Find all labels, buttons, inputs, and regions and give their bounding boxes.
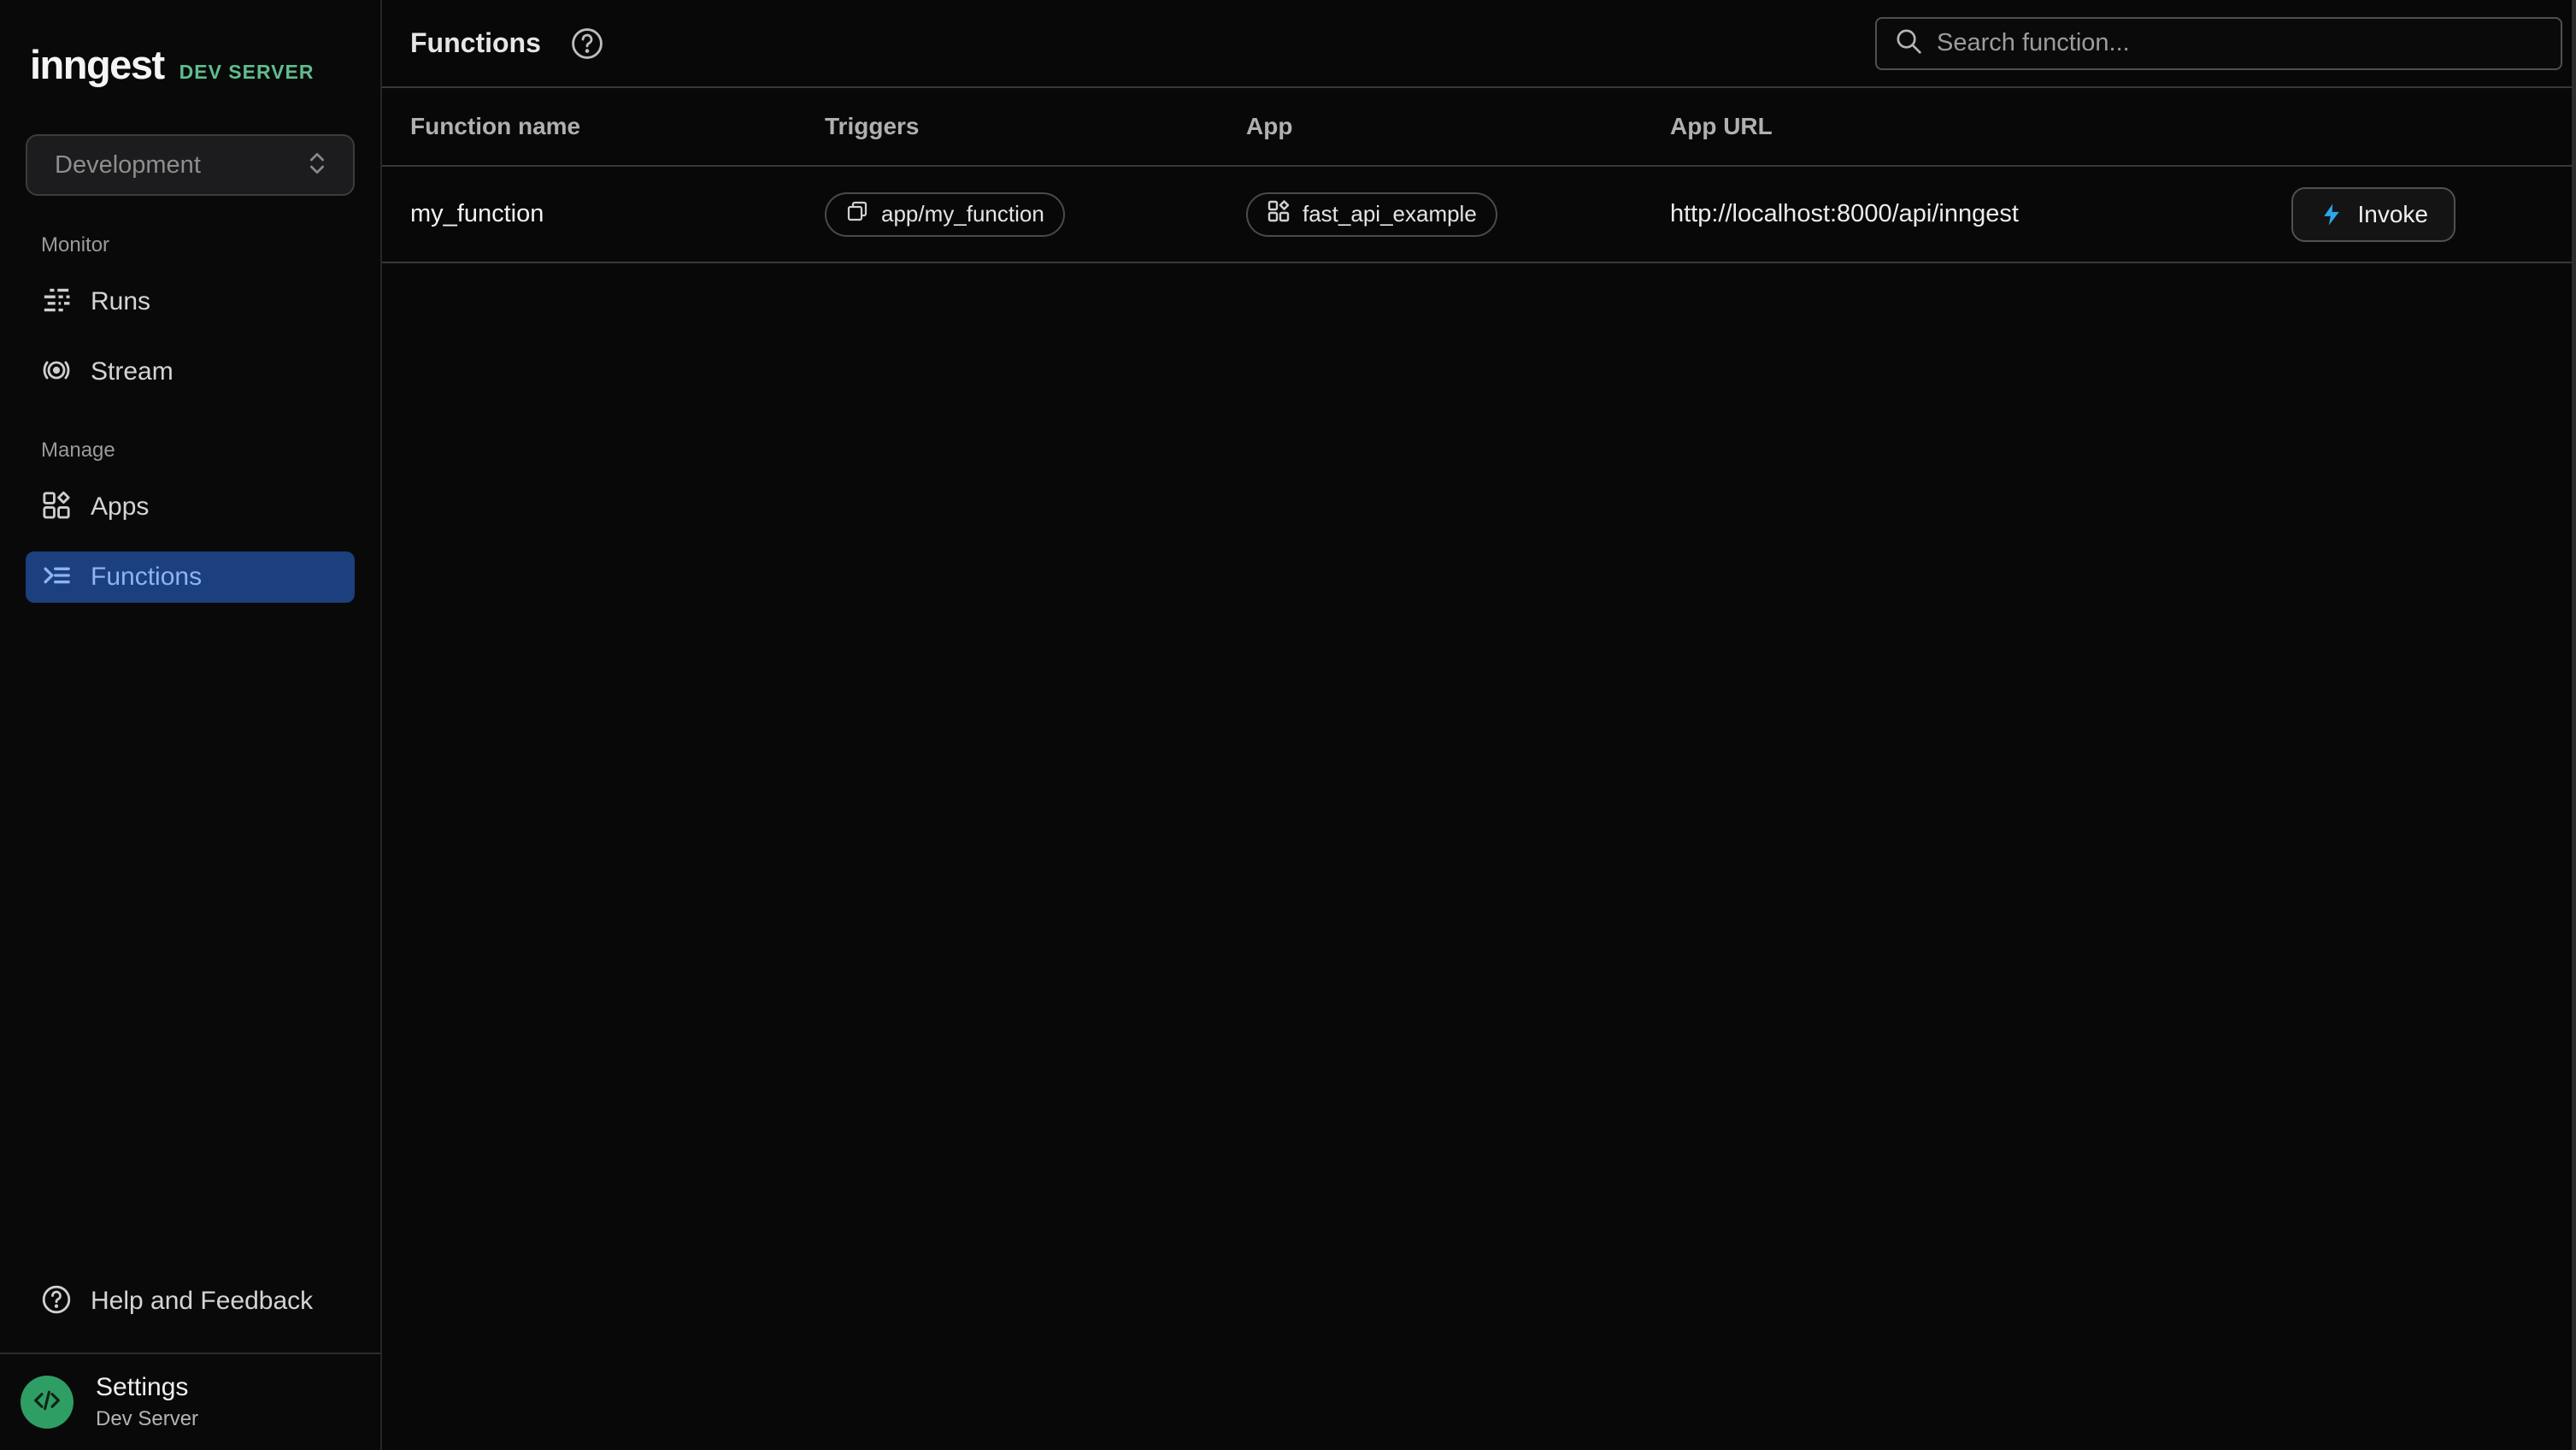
help-circle-icon	[41, 1284, 72, 1319]
vertical-scrollbar[interactable]	[2572, 0, 2576, 1450]
code-icon	[32, 1386, 62, 1419]
settings-title: Settings	[96, 1373, 198, 1402]
column-header-triggers: Triggers	[825, 113, 1246, 140]
sidebar: inngest DEV SERVER Development Monitor R…	[0, 0, 382, 1450]
column-header-app: App	[1246, 113, 1670, 140]
stream-icon	[41, 355, 72, 390]
invoke-button[interactable]: Invoke	[2291, 187, 2456, 242]
search-box	[1875, 17, 2562, 70]
sidebar-group-monitor-label: Monitor	[0, 233, 380, 257]
chevron-up-down-icon	[305, 150, 329, 181]
settings-subtitle: Dev Server	[96, 1407, 198, 1431]
page-header: Functions	[382, 0, 2576, 88]
apps-icon	[1267, 199, 1291, 229]
trigger-badge: app/my_function	[825, 192, 1065, 237]
settings-text: Settings Dev Server	[96, 1373, 198, 1431]
environment-select[interactable]: Development	[26, 134, 355, 196]
runs-icon	[41, 285, 72, 320]
app-badge: fast_api_example	[1246, 192, 1497, 237]
sidebar-item-functions[interactable]: Functions	[26, 551, 355, 603]
column-header-app-url: App URL	[1670, 113, 2455, 140]
sidebar-item-label: Functions	[91, 563, 202, 592]
settings-item[interactable]: Settings Dev Server	[0, 1354, 380, 1450]
apps-icon	[41, 490, 72, 525]
environment-select-value: Development	[55, 151, 201, 180]
dev-server-tag: DEV SERVER	[179, 61, 315, 84]
help-and-feedback-item[interactable]: Help and Feedback	[26, 1276, 355, 1327]
function-row[interactable]: my_function app/my_function	[382, 167, 2576, 263]
table-header-row: Function name Triggers App App URL	[382, 88, 2576, 167]
app-badge-label: fast_api_example	[1303, 201, 1477, 227]
event-frames-icon	[845, 199, 869, 229]
dev-server-avatar	[21, 1376, 74, 1429]
help-and-feedback-label: Help and Feedback	[91, 1287, 313, 1316]
sidebar-item-apps[interactable]: Apps	[26, 481, 355, 533]
monitor-nav-list: Runs Stream	[0, 276, 380, 398]
page-help-button[interactable]	[570, 27, 604, 61]
manage-nav-list: Apps Functions	[0, 481, 380, 603]
functions-table: Function name Triggers App App URL my_fu…	[382, 88, 2576, 263]
sidebar-item-runs[interactable]: Runs	[26, 276, 355, 327]
trigger-badge-label: app/my_function	[881, 201, 1044, 227]
functions-icon	[41, 560, 72, 595]
lightning-bolt-icon	[2319, 202, 2344, 227]
sidebar-item-stream[interactable]: Stream	[26, 346, 355, 398]
logo-text: inngest	[30, 41, 164, 88]
column-header-function-name: Function name	[410, 113, 825, 140]
search-icon	[1894, 27, 1923, 60]
search-function-input[interactable]	[1937, 29, 2544, 57]
brand-logo: inngest DEV SERVER	[0, 0, 380, 88]
sidebar-item-label: Runs	[91, 287, 150, 316]
sidebar-item-label: Stream	[91, 357, 173, 386]
main-content: Functions Function name Triggers App	[382, 0, 2576, 1450]
invoke-button-label: Invoke	[2358, 201, 2429, 228]
sidebar-group-manage-label: Manage	[0, 439, 380, 463]
sidebar-item-label: Apps	[91, 492, 149, 522]
app-url-cell: http://localhost:8000/api/inngest	[1670, 200, 2291, 228]
function-name-cell: my_function	[410, 200, 825, 228]
page-title: Functions	[410, 27, 541, 59]
